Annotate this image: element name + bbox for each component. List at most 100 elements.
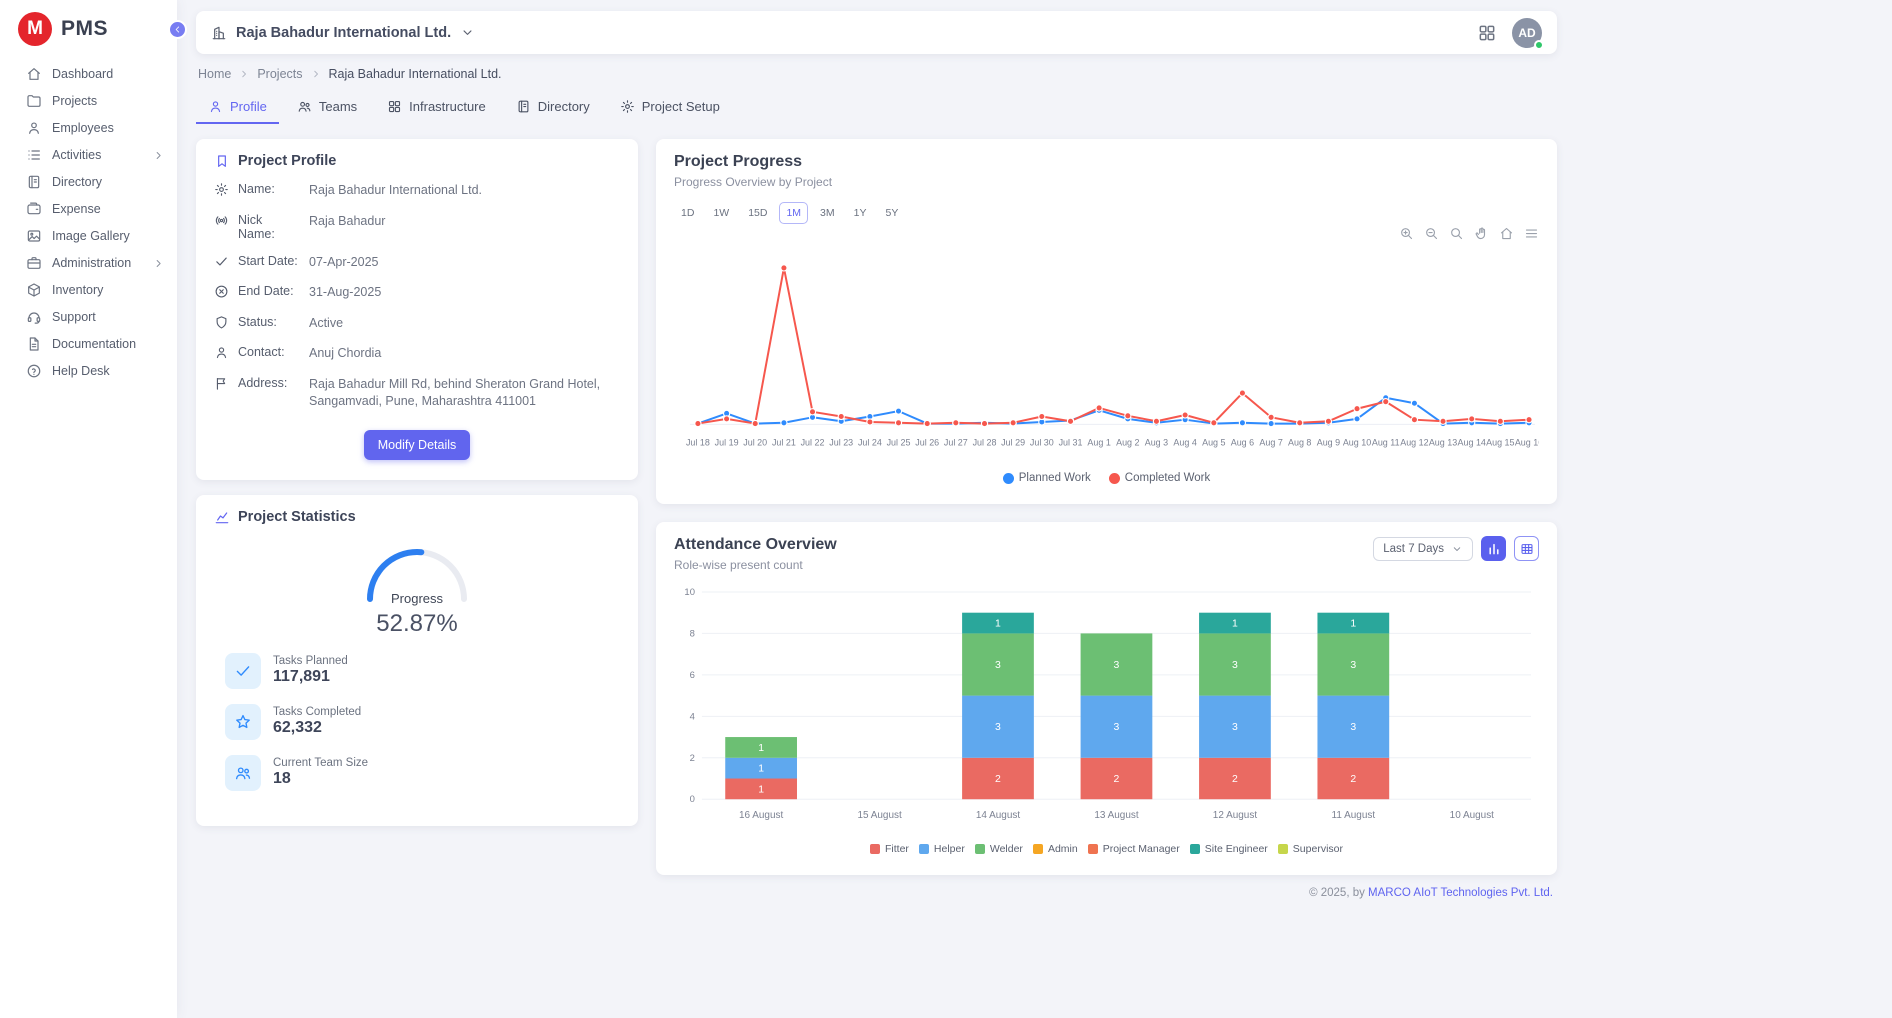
range-button-5y[interactable]: 5Y: [878, 202, 905, 224]
sidebar-item-support[interactable]: Support: [0, 304, 177, 330]
svg-text:8: 8: [690, 629, 695, 640]
legend-item-fitter[interactable]: Fitter: [870, 843, 909, 855]
sidebar-item-directory[interactable]: Directory: [0, 169, 177, 195]
legend-item-admin[interactable]: Admin: [1033, 843, 1078, 855]
chevron-down-icon: [1451, 543, 1463, 555]
attendance-bar-chart[interactable]: 024681011116 August15 August233114 Augus…: [674, 582, 1539, 839]
sidebar-item-label: Employees: [52, 121, 165, 135]
sidebar-item-projects[interactable]: Projects: [0, 88, 177, 114]
date-range-select[interactable]: Last 7 Days: [1373, 537, 1473, 561]
svg-text:Jul 19: Jul 19: [715, 437, 739, 447]
gauge-label: Progress: [357, 591, 477, 606]
sidebar-item-help-desk[interactable]: Help Desk: [0, 358, 177, 384]
pan-icon[interactable]: [1474, 226, 1489, 241]
sidebar-item-expense[interactable]: Expense: [0, 196, 177, 222]
attendance-chart-legend: Fitter Helper Welder Admin Project Manager Si…: [674, 843, 1539, 855]
svg-text:Aug 9: Aug 9: [1317, 437, 1340, 447]
range-button-1m[interactable]: 1M: [779, 202, 808, 224]
svg-text:Aug 11: Aug 11: [1372, 437, 1400, 447]
avatar[interactable]: AD: [1512, 18, 1542, 48]
chart-view-toggle[interactable]: [1481, 536, 1506, 561]
legend-swatch: [1190, 844, 1200, 854]
svg-text:1: 1: [758, 743, 764, 754]
stat-tasks-completed: Tasks Completed62,332: [225, 704, 620, 740]
sidebar-item-inventory[interactable]: Inventory: [0, 277, 177, 303]
range-button-1w[interactable]: 1W: [706, 202, 736, 224]
file-icon: [26, 336, 42, 352]
footer-company-link[interactable]: MARCO AIoT Technologies Pvt. Ltd.: [1368, 887, 1553, 899]
sidebar-item-administration[interactable]: Administration: [0, 250, 177, 276]
svg-text:Aug 10: Aug 10: [1343, 437, 1371, 447]
breadcrumb-item[interactable]: Projects: [257, 67, 302, 81]
apps-grid-icon[interactable]: [1477, 23, 1497, 43]
profile-field-nick-name-: Nick Name:Raja Bahadur: [214, 213, 620, 241]
selection-zoom-icon[interactable]: [1449, 226, 1464, 241]
attendance-overview-card: Attendance Overview Role-wise present co…: [656, 522, 1557, 875]
field-label: Name:: [238, 182, 300, 196]
profile-field-end-date-: End Date:31-Aug-2025: [214, 284, 620, 302]
svg-text:2: 2: [1114, 774, 1120, 785]
logo-text: PMS: [61, 17, 108, 41]
zoom-in-icon[interactable]: [1399, 226, 1414, 241]
tab-infrastructure[interactable]: Infrastructure: [375, 90, 498, 124]
range-button-15d[interactable]: 15D: [741, 202, 774, 224]
profile-field-name-: Name: Raja Bahadur International Ltd.: [214, 182, 620, 200]
profile-field-start-date-: Start Date:07-Apr-2025: [214, 254, 620, 272]
tab-label: Project Setup: [642, 99, 720, 114]
tab-teams[interactable]: Teams: [285, 90, 369, 124]
field-value: Raja Bahadur Mill Rd, behind Sheraton Gr…: [309, 376, 620, 411]
legend-item-project-manager[interactable]: Project Manager: [1088, 843, 1180, 855]
check-icon: [214, 254, 229, 269]
svg-text:Jul 31: Jul 31: [1059, 437, 1083, 447]
profile-field-status-: Status:Active: [214, 315, 620, 333]
briefcase-icon: [26, 255, 42, 271]
legend-item-completed-work[interactable]: Completed Work: [1109, 472, 1210, 484]
table-view-toggle[interactable]: [1514, 536, 1539, 561]
svg-text:Jul 21: Jul 21: [772, 437, 796, 447]
progress-line-chart[interactable]: Jul 18Jul 19Jul 20Jul 21Jul 22Jul 23Jul …: [674, 243, 1539, 468]
sidebar-item-label: Help Desk: [52, 364, 165, 378]
tab-project-setup[interactable]: Project Setup: [608, 90, 732, 124]
shield-icon: [214, 315, 229, 330]
user-icon: [214, 345, 229, 360]
legend-swatch: [1088, 844, 1098, 854]
breadcrumb-item[interactable]: Home: [198, 67, 231, 81]
table-icon: [1520, 542, 1534, 556]
modify-details-button[interactable]: Modify Details: [364, 430, 471, 460]
svg-text:Aug 4: Aug 4: [1173, 437, 1196, 447]
svg-text:3: 3: [1114, 660, 1120, 671]
sidebar-item-documentation[interactable]: Documentation: [0, 331, 177, 357]
check-icon: [225, 653, 261, 689]
field-value: 07-Apr-2025: [309, 254, 620, 272]
chart-menu-icon[interactable]: [1524, 226, 1539, 241]
legend-item-helper[interactable]: Helper: [919, 843, 965, 855]
legend-item-welder[interactable]: Welder: [975, 843, 1023, 855]
legend-swatch: [1278, 844, 1288, 854]
company-name: Raja Bahadur International Ltd.: [236, 25, 451, 41]
reset-zoom-icon[interactable]: [1499, 226, 1514, 241]
app-logo[interactable]: M PMS: [0, 0, 177, 60]
topbar: Raja Bahadur International Ltd. AD: [196, 11, 1557, 54]
sidebar-item-activities[interactable]: Activities: [0, 142, 177, 168]
svg-text:14 August: 14 August: [976, 810, 1021, 821]
sidebar: M PMS DashboardProjects Employees Activiti…: [0, 0, 177, 1018]
legend-item-supervisor[interactable]: Supervisor: [1278, 843, 1343, 855]
company-selector[interactable]: Raja Bahadur International Ltd.: [211, 25, 475, 41]
range-button-3m[interactable]: 3M: [813, 202, 842, 224]
field-value: Raja Bahadur International Ltd.: [309, 182, 620, 200]
range-button-1y[interactable]: 1Y: [847, 202, 874, 224]
sidebar-collapse-button[interactable]: [168, 20, 187, 39]
range-button-1d[interactable]: 1D: [674, 202, 701, 224]
profile-field-contact-: Contact:Anuj Chordia: [214, 345, 620, 363]
legend-swatch: [870, 844, 880, 854]
tab-directory[interactable]: Directory: [504, 90, 602, 124]
zoom-out-icon[interactable]: [1424, 226, 1439, 241]
sidebar-item-dashboard[interactable]: Dashboard: [0, 61, 177, 87]
sidebar-item-employees[interactable]: Employees: [0, 115, 177, 141]
stat-rows: Tasks Planned117,891Tasks Completed62,33…: [214, 653, 620, 791]
svg-text:Aug 1: Aug 1: [1087, 437, 1110, 447]
legend-item-planned-work[interactable]: Planned Work: [1003, 472, 1091, 484]
sidebar-item-image-gallery[interactable]: Image Gallery: [0, 223, 177, 249]
legend-item-site-engineer[interactable]: Site Engineer: [1190, 843, 1268, 855]
tab-profile[interactable]: Profile: [196, 90, 279, 124]
